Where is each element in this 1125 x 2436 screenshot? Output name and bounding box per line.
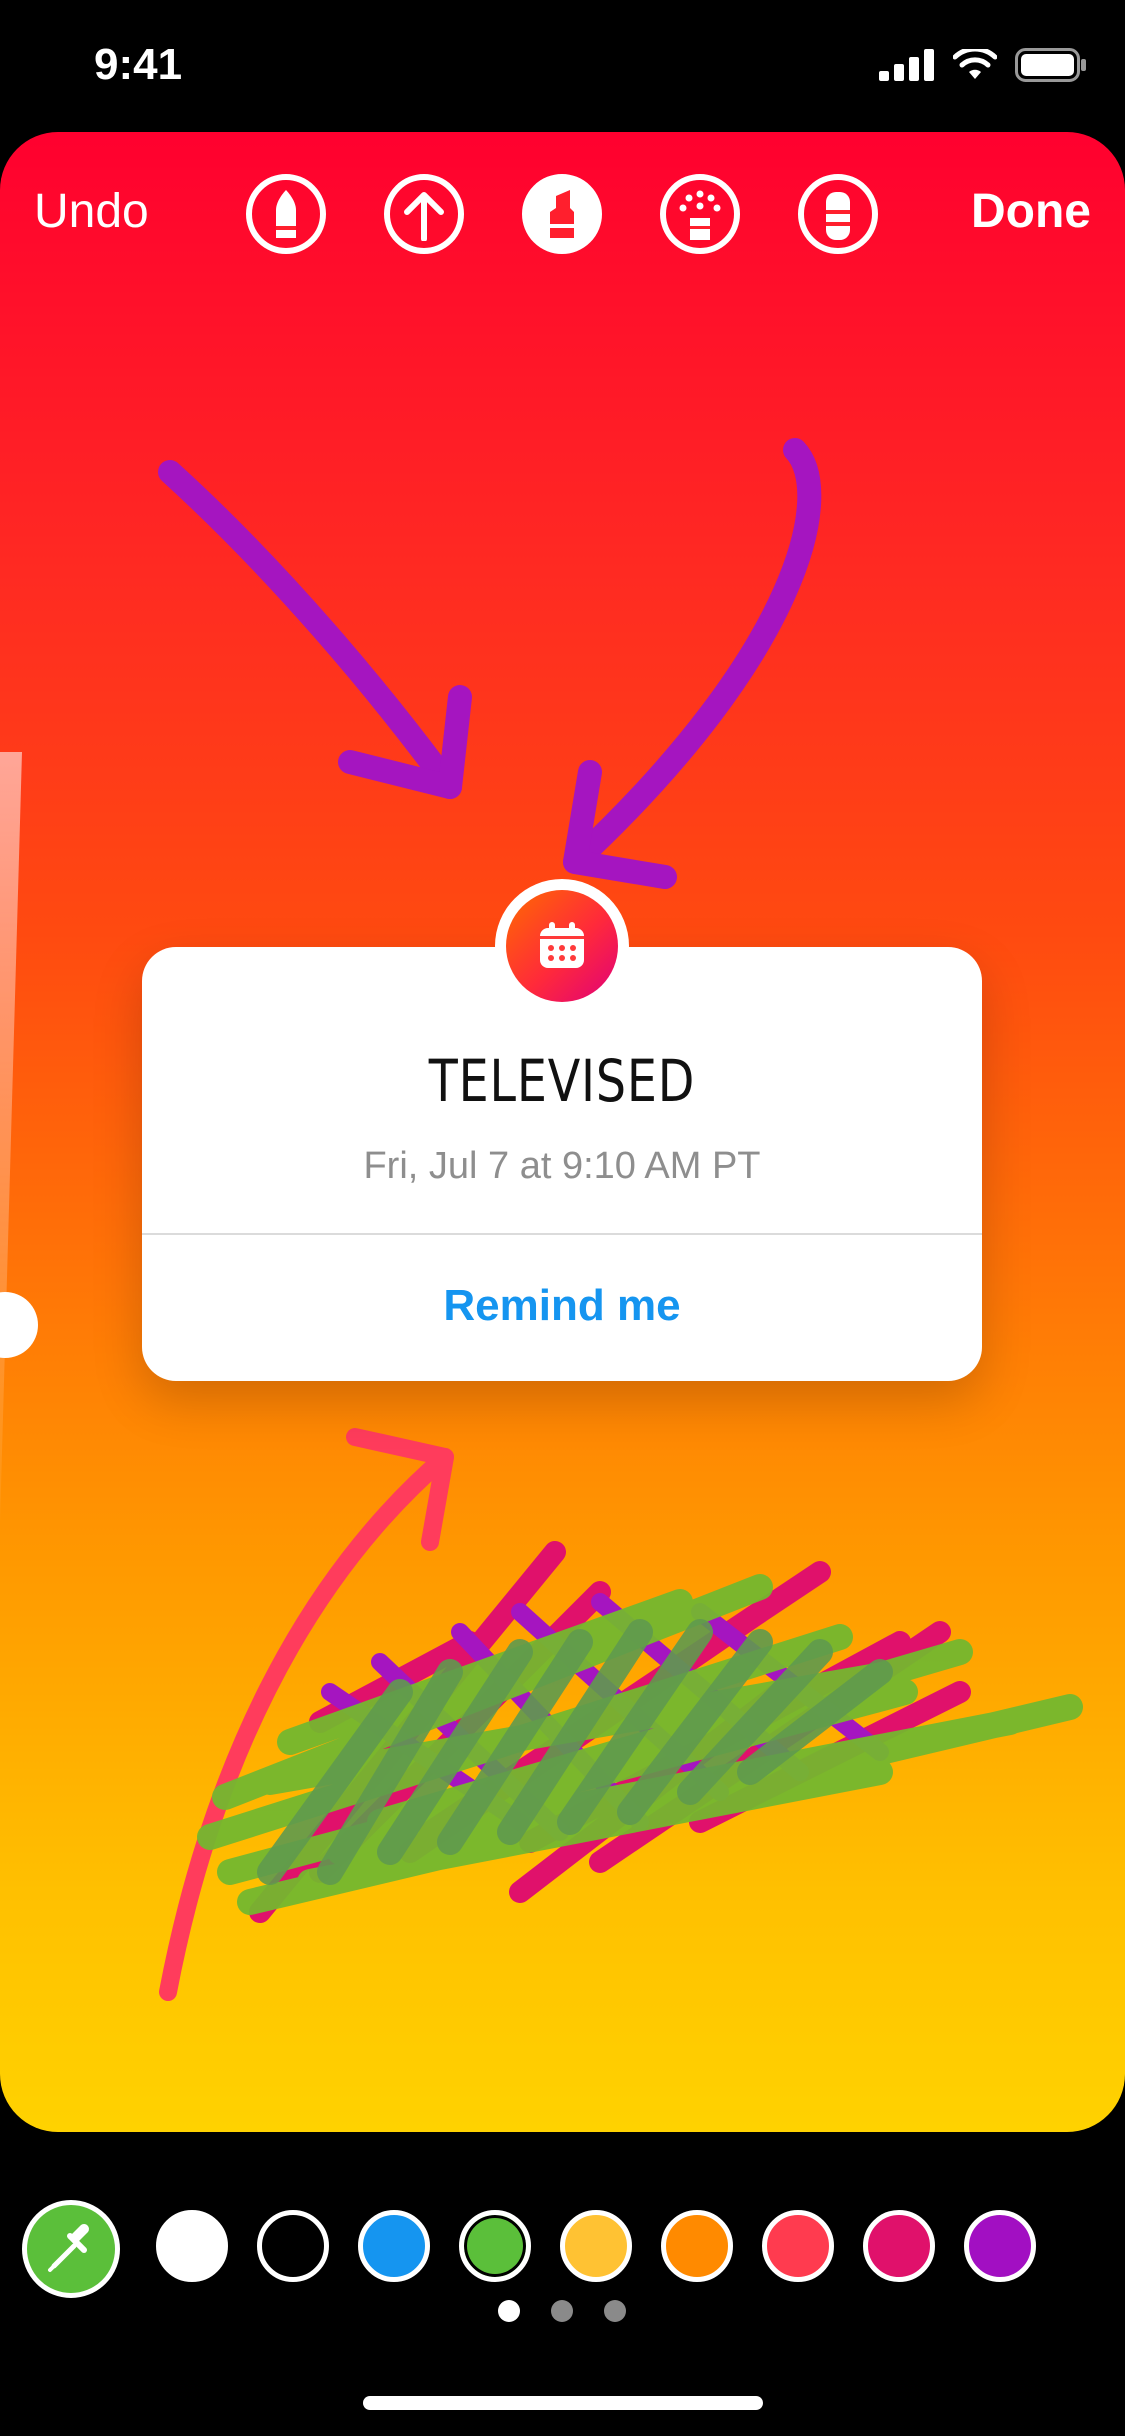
palette-page-dot-2[interactable] xyxy=(551,2300,573,2322)
eraser-icon xyxy=(826,192,850,240)
pen-icon xyxy=(276,190,296,238)
marker-tool-button[interactable] xyxy=(522,174,602,254)
undo-button[interactable]: Undo xyxy=(34,184,149,239)
remind-me-button[interactable]: Remind me xyxy=(142,1281,982,1331)
color-swatch[interactable] xyxy=(459,2210,531,2282)
color-swatch[interactable] xyxy=(863,2210,935,2282)
home-indicator[interactable] xyxy=(363,2396,763,2410)
done-button[interactable]: Done xyxy=(971,184,1091,239)
sticker-title: TELEVISED xyxy=(428,1047,696,1115)
calendar-icon xyxy=(540,922,584,968)
color-swatch[interactable] xyxy=(257,2210,329,2282)
story-canvas[interactable]: Undo Done TELEVISED Fri, Jul 7 at 9:10 A… xyxy=(0,132,1125,2132)
drawing-toolbar: Undo Done xyxy=(0,132,1125,302)
eyedropper-icon xyxy=(48,2224,89,2272)
pen-tool-button[interactable] xyxy=(246,174,326,254)
sticker-divider xyxy=(142,1233,982,1235)
status-icons xyxy=(879,48,1087,82)
color-swatch[interactable] xyxy=(560,2210,632,2282)
eraser-tool-button[interactable] xyxy=(798,174,878,254)
arrow-icon xyxy=(404,192,444,241)
status-time: 9:41 xyxy=(94,40,183,89)
arrow-tool-button[interactable] xyxy=(384,174,464,254)
palette-page-dot-3[interactable] xyxy=(604,2300,626,2322)
battery-icon xyxy=(1015,48,1086,82)
palette-page-dot-1[interactable] xyxy=(498,2300,520,2322)
color-swatch[interactable] xyxy=(762,2210,834,2282)
color-swatch[interactable] xyxy=(358,2210,430,2282)
wifi-icon xyxy=(953,49,997,79)
reminder-sticker[interactable]: TELEVISED Fri, Jul 7 at 9:10 AM PT Remin… xyxy=(142,879,982,1381)
neon-tool-button[interactable] xyxy=(660,174,740,254)
sticker-badge xyxy=(495,879,629,1013)
color-swatch[interactable] xyxy=(964,2210,1036,2282)
color-swatch[interactable] xyxy=(156,2210,228,2282)
neon-icon xyxy=(679,190,721,240)
signal-icon xyxy=(879,49,934,81)
sticker-date: Fri, Jul 7 at 9:10 AM PT xyxy=(363,1145,761,1187)
eyedropper-button[interactable] xyxy=(22,2200,120,2298)
color-swatch[interactable] xyxy=(661,2210,733,2282)
marker-icon xyxy=(550,190,574,238)
